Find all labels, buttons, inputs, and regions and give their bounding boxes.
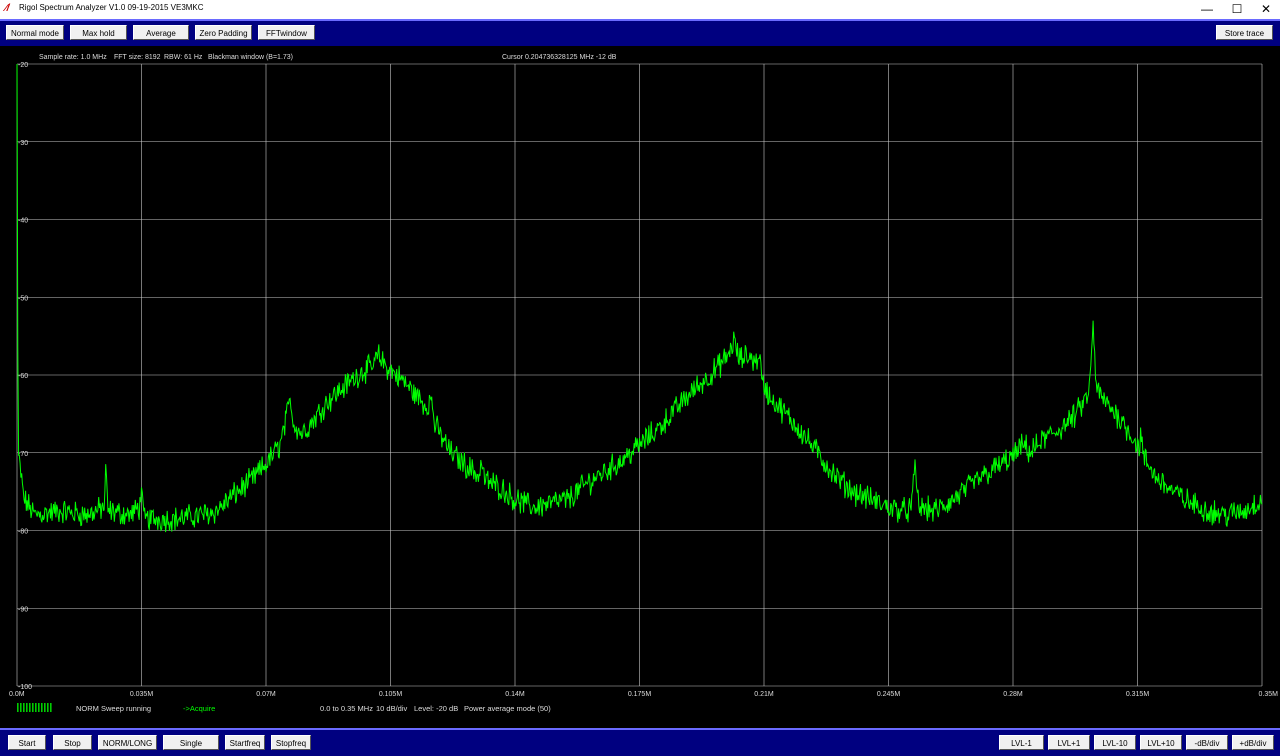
freq-range-text: 0.0 to 0.35 MHz: [320, 704, 373, 713]
sweep-indicator-bar: [32, 703, 34, 712]
level-text: Level: -20 dB: [414, 704, 458, 713]
minimize-icon[interactable]: —: [1192, 0, 1222, 19]
window-type-text: Blackman window (B=1.73): [208, 54, 293, 61]
y-tick-label: -60: [18, 373, 28, 380]
sweep-indicator-bar: [38, 703, 40, 712]
y-tick-label: -90: [18, 606, 28, 613]
bottom-toolbar: Start Stop NORM/LONG Single Startfreq St…: [0, 728, 1280, 756]
x-tick-label: 0.28M: [1003, 691, 1023, 698]
x-tick-label: 0.175M: [628, 691, 652, 698]
store-trace-button[interactable]: Store trace: [1216, 25, 1273, 40]
norm-long-button[interactable]: NORM/LONG: [98, 735, 157, 750]
average-mode-text: Power average mode (50): [464, 704, 551, 713]
x-tick-label: 0.315M: [1126, 691, 1150, 698]
fft-window-button[interactable]: FFTwindow: [258, 25, 315, 40]
scale-text: 10 dB/div: [376, 704, 408, 713]
single-button[interactable]: Single: [163, 735, 219, 750]
plot-grid: [16, 63, 1263, 687]
startfreq-button[interactable]: Startfreq: [225, 735, 265, 750]
sweep-indicator-bar: [50, 703, 52, 712]
y-tick-label: -50: [18, 295, 28, 302]
x-tick-label: 0.0M: [9, 691, 25, 698]
sweep-status: NORM Sweep running: [76, 704, 151, 713]
rigol-icon: ∕/: [5, 3, 10, 14]
sweep-indicator-bar: [20, 703, 22, 712]
lvl-minus-10-button[interactable]: LVL-10: [1094, 735, 1136, 750]
sweep-indicator-bar: [29, 703, 31, 712]
lvl-plus-1-button[interactable]: LVL+1: [1048, 735, 1090, 750]
sweep-indicator-bar: [44, 703, 46, 712]
y-axis-labels: -20-30-40-50-60-70-80-90-100: [18, 62, 32, 691]
y-tick-label: -100: [18, 684, 32, 691]
maximize-icon[interactable]: ☐: [1222, 0, 1252, 19]
sweep-indicator-bar: [41, 703, 43, 712]
y-tick-label: -40: [18, 218, 28, 225]
x-tick-label: 0.105M: [379, 691, 403, 698]
close-icon[interactable]: ✕: [1251, 0, 1280, 19]
x-tick-label: 0.35M: [1259, 691, 1279, 698]
start-button[interactable]: Start: [8, 735, 46, 750]
x-tick-label: 0.035M: [130, 691, 154, 698]
max-hold-button[interactable]: Max hold: [70, 25, 127, 40]
rbw-text: RBW: 61 Hz: [164, 54, 203, 61]
y-tick-label: -20: [18, 62, 28, 69]
top-toolbar: Normal mode Max hold Average Zero Paddin…: [0, 19, 1280, 46]
acquire-status: ->Acquire: [183, 704, 215, 713]
y-tick-label: -30: [18, 140, 28, 147]
x-tick-label: 0.07M: [256, 691, 276, 698]
fft-size-text: FFT size: 8192: [114, 54, 161, 61]
spectrum-display[interactable]: Sample rate: 1.0 MHz FFT size: 8192 RBW:…: [0, 46, 1280, 728]
lvl-minus-1-button[interactable]: LVL-1: [999, 735, 1044, 750]
db-div-minus-button[interactable]: -dB/div: [1186, 735, 1228, 750]
cursor-readout: Cursor 0.204736328125 MHz -12 dB: [502, 54, 617, 61]
sweep-indicator-bar: [35, 703, 37, 712]
sweep-indicator-icon: [17, 703, 52, 712]
x-axis-labels: 0.0M 0.035M 0.07M 0.105M 0.14M 0.175M 0.21M 0.2…: [9, 691, 1278, 698]
normal-mode-button[interactable]: Normal mode: [6, 25, 64, 40]
spectrum-plot[interactable]: Sample rate: 1.0 MHz FFT size: 8192 RBW:…: [0, 46, 1280, 728]
sweep-indicator-bar: [23, 703, 25, 712]
db-div-plus-button[interactable]: +dB/div: [1232, 735, 1274, 750]
lvl-plus-10-button[interactable]: LVL+10: [1140, 735, 1182, 750]
x-tick-label: 0.21M: [754, 691, 774, 698]
sweep-indicator-bar: [17, 703, 19, 712]
window-title: Rigol Spectrum Analyzer V1.0 09-19-2015 …: [19, 3, 204, 12]
zero-padding-button[interactable]: Zero Padding: [195, 25, 252, 40]
y-tick-label: -80: [18, 529, 28, 536]
sweep-indicator-bar: [26, 703, 28, 712]
stopfreq-button[interactable]: Stopfreq: [271, 735, 311, 750]
average-button[interactable]: Average: [133, 25, 189, 40]
x-tick-label: 0.245M: [877, 691, 901, 698]
sweep-indicator-bar: [47, 703, 49, 712]
window-titlebar: ∕/ Rigol Spectrum Analyzer V1.0 09-19-20…: [0, 0, 1280, 19]
x-tick-label: 0.14M: [505, 691, 525, 698]
sample-rate-text: Sample rate: 1.0 MHz: [39, 54, 107, 61]
stop-button[interactable]: Stop: [53, 735, 92, 750]
